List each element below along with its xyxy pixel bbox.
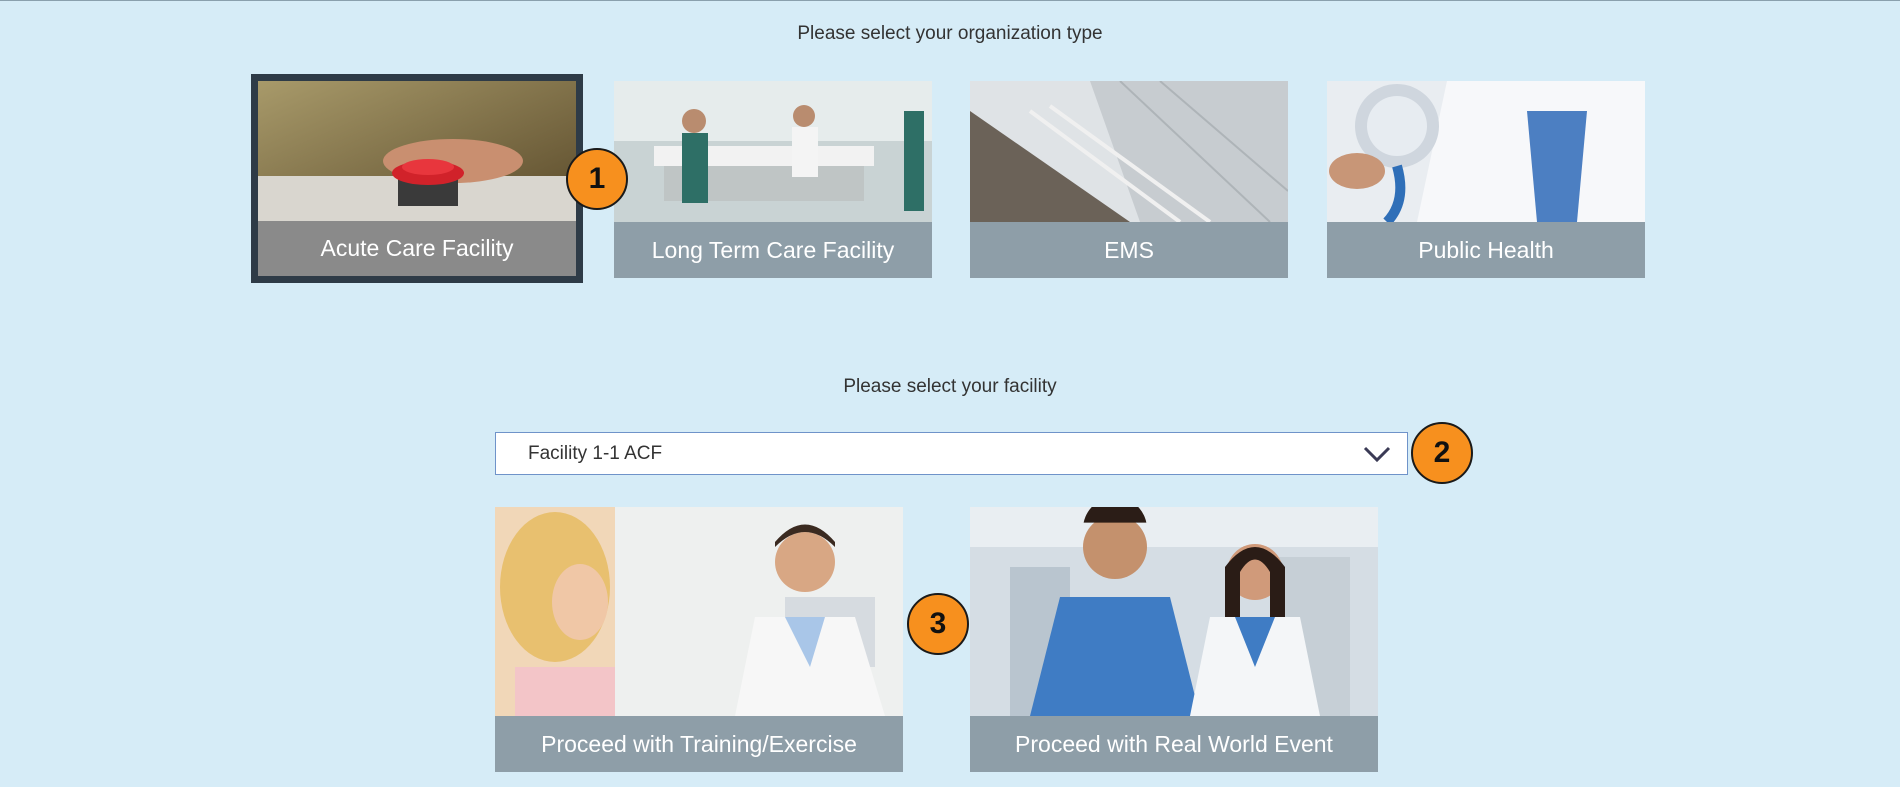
- org-card-long-term-care[interactable]: Long Term Care Facility: [614, 81, 932, 278]
- proceed-training-card[interactable]: Proceed with Training/Exercise: [495, 507, 903, 772]
- proceed-real-world-card[interactable]: Proceed with Real World Event: [970, 507, 1378, 772]
- medical-staff-photo: [970, 507, 1378, 716]
- org-card-label: Acute Care Facility: [258, 221, 576, 276]
- org-card-label: Long Term Care Facility: [614, 222, 932, 278]
- proceed-training-label: Proceed with Training/Exercise: [495, 716, 903, 772]
- org-card-label: Public Health: [1327, 222, 1645, 278]
- facility-select-value: Facility 1-1 ACF: [528, 442, 663, 464]
- hospital-gurney-photo: [614, 81, 932, 222]
- org-card-acute-care[interactable]: Acute Care Facility: [251, 74, 583, 283]
- org-card-ems[interactable]: EMS: [970, 81, 1288, 278]
- doctor-patient-photo: [495, 507, 903, 716]
- callout-badge-2: 2: [1411, 422, 1473, 484]
- proceed-real-world-label: Proceed with Real World Event: [970, 716, 1378, 772]
- facility-heading: Please select your facility: [843, 376, 1057, 397]
- stairs-photo: [970, 81, 1288, 222]
- stethoscope-photo: [1327, 81, 1645, 222]
- org-type-heading: Please select your organization type: [797, 23, 1103, 44]
- org-card-label: EMS: [970, 222, 1288, 278]
- facility-select[interactable]: Facility 1-1 ACF: [495, 432, 1408, 475]
- org-card-public-health[interactable]: Public Health: [1327, 81, 1645, 278]
- emergency-button-photo: [258, 81, 576, 221]
- callout-badge-3: 3: [907, 593, 969, 655]
- chevron-down-icon[interactable]: [1357, 434, 1397, 474]
- callout-badge-1: 1: [566, 148, 628, 210]
